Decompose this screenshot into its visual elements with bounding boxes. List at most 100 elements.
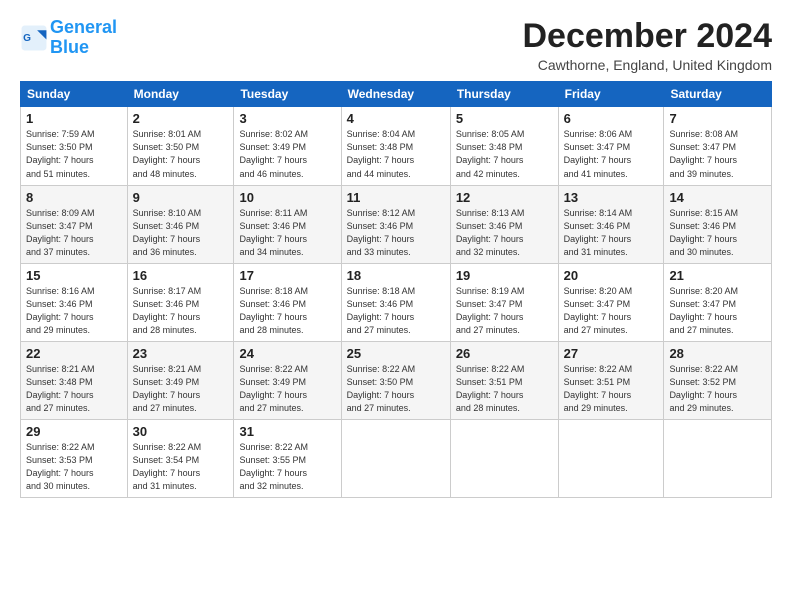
col-thursday: Thursday bbox=[450, 82, 558, 107]
day-number: 30 bbox=[133, 424, 229, 439]
table-row: 25 Sunrise: 8:22 AM Sunset: 3:50 PM Dayli… bbox=[341, 341, 450, 419]
table-row: 12 Sunrise: 8:13 AM Sunset: 3:46 PM Dayli… bbox=[450, 185, 558, 263]
day-info: Sunrise: 8:19 AM Sunset: 3:47 PM Dayligh… bbox=[456, 285, 553, 337]
day-info: Sunrise: 8:04 AM Sunset: 3:48 PM Dayligh… bbox=[347, 128, 445, 180]
table-row: 19Sunrise: 8:19 AM Sunset: 3:47 PM Dayli… bbox=[450, 263, 558, 341]
day-number: 22 bbox=[26, 346, 122, 361]
day-number: 24 bbox=[239, 346, 335, 361]
logo: G General Blue bbox=[20, 18, 117, 58]
logo-line2: Blue bbox=[50, 37, 89, 57]
day-info: Sunrise: 8:09 AM Sunset: 3:47 PM Dayligh… bbox=[26, 207, 122, 259]
day-number: 10 bbox=[239, 190, 335, 205]
day-number: 16 bbox=[133, 268, 229, 283]
calendar-week-1: 1Sunrise: 7:59 AM Sunset: 3:50 PM Daylig… bbox=[21, 107, 772, 185]
table-row: 21Sunrise: 8:20 AM Sunset: 3:47 PM Dayli… bbox=[664, 263, 772, 341]
subtitle: Cawthorne, England, United Kingdom bbox=[522, 57, 772, 73]
logo-icon: G bbox=[20, 24, 48, 52]
table-row: 24Sunrise: 8:22 AM Sunset: 3:49 PM Dayli… bbox=[234, 341, 341, 419]
day-number: 29 bbox=[26, 424, 122, 439]
day-info: Sunrise: 8:06 AM Sunset: 3:47 PM Dayligh… bbox=[564, 128, 659, 180]
calendar-week-5: 29 Sunrise: 8:22 AM Sunset: 3:53 PM Dayli… bbox=[21, 420, 772, 498]
table-row: 1Sunrise: 7:59 AM Sunset: 3:50 PM Daylig… bbox=[21, 107, 128, 185]
table-row: 10 Sunrise: 8:11 AM Sunset: 3:46 PM Dayli… bbox=[234, 185, 341, 263]
table-row: 5 Sunrise: 8:05 AM Sunset: 3:48 PM Daylig… bbox=[450, 107, 558, 185]
table-row bbox=[664, 420, 772, 498]
day-info: Sunrise: 8:11 AM Sunset: 3:46 PM Dayligh… bbox=[239, 207, 335, 259]
day-info: Sunrise: 8:22 AM Sunset: 3:50 PM Dayligh… bbox=[347, 363, 445, 415]
day-info: Sunrise: 8:22 AM Sunset: 3:52 PM Dayligh… bbox=[669, 363, 766, 415]
svg-text:G: G bbox=[23, 33, 31, 44]
table-row: 28 Sunrise: 8:22 AM Sunset: 3:52 PM Dayli… bbox=[664, 341, 772, 419]
table-row: 8 Sunrise: 8:09 AM Sunset: 3:47 PM Daylig… bbox=[21, 185, 128, 263]
day-info: Sunrise: 8:18 AM Sunset: 3:46 PM Dayligh… bbox=[239, 285, 335, 337]
table-row: 15 Sunrise: 8:16 AM Sunset: 3:46 PM Dayli… bbox=[21, 263, 128, 341]
table-row: 22 Sunrise: 8:21 AM Sunset: 3:48 PM Dayli… bbox=[21, 341, 128, 419]
title-block: December 2024 Cawthorne, England, United… bbox=[522, 18, 772, 73]
table-row: 17 Sunrise: 8:18 AM Sunset: 3:46 PM Dayli… bbox=[234, 263, 341, 341]
table-row: 6 Sunrise: 8:06 AM Sunset: 3:47 PM Daylig… bbox=[558, 107, 664, 185]
calendar: Sunday Monday Tuesday Wednesday Thursday… bbox=[20, 81, 772, 498]
day-number: 18 bbox=[347, 268, 445, 283]
calendar-header-row: Sunday Monday Tuesday Wednesday Thursday… bbox=[21, 82, 772, 107]
day-number: 2 bbox=[133, 111, 229, 126]
day-number: 12 bbox=[456, 190, 553, 205]
day-number: 8 bbox=[26, 190, 122, 205]
day-info: Sunrise: 8:01 AM Sunset: 3:50 PM Dayligh… bbox=[133, 128, 229, 180]
table-row: 27Sunrise: 8:22 AM Sunset: 3:51 PM Dayli… bbox=[558, 341, 664, 419]
day-info: Sunrise: 8:21 AM Sunset: 3:49 PM Dayligh… bbox=[133, 363, 229, 415]
day-info: Sunrise: 7:59 AM Sunset: 3:50 PM Dayligh… bbox=[26, 128, 122, 180]
day-info: Sunrise: 8:21 AM Sunset: 3:48 PM Dayligh… bbox=[26, 363, 122, 415]
day-info: Sunrise: 8:08 AM Sunset: 3:47 PM Dayligh… bbox=[669, 128, 766, 180]
day-number: 13 bbox=[564, 190, 659, 205]
col-wednesday: Wednesday bbox=[341, 82, 450, 107]
day-number: 5 bbox=[456, 111, 553, 126]
day-info: Sunrise: 8:20 AM Sunset: 3:47 PM Dayligh… bbox=[669, 285, 766, 337]
day-number: 31 bbox=[239, 424, 335, 439]
col-friday: Friday bbox=[558, 82, 664, 107]
day-number: 17 bbox=[239, 268, 335, 283]
col-sunday: Sunday bbox=[21, 82, 128, 107]
day-info: Sunrise: 8:22 AM Sunset: 3:53 PM Dayligh… bbox=[26, 441, 122, 493]
day-number: 11 bbox=[347, 190, 445, 205]
day-number: 6 bbox=[564, 111, 659, 126]
day-number: 7 bbox=[669, 111, 766, 126]
day-number: 15 bbox=[26, 268, 122, 283]
day-number: 3 bbox=[239, 111, 335, 126]
day-number: 26 bbox=[456, 346, 553, 361]
table-row: 9Sunrise: 8:10 AM Sunset: 3:46 PM Daylig… bbox=[127, 185, 234, 263]
day-info: Sunrise: 8:05 AM Sunset: 3:48 PM Dayligh… bbox=[456, 128, 553, 180]
day-info: Sunrise: 8:17 AM Sunset: 3:46 PM Dayligh… bbox=[133, 285, 229, 337]
day-info: Sunrise: 8:12 AM Sunset: 3:46 PM Dayligh… bbox=[347, 207, 445, 259]
day-info: Sunrise: 8:18 AM Sunset: 3:46 PM Dayligh… bbox=[347, 285, 445, 337]
day-info: Sunrise: 8:22 AM Sunset: 3:51 PM Dayligh… bbox=[564, 363, 659, 415]
table-row bbox=[341, 420, 450, 498]
col-monday: Monday bbox=[127, 82, 234, 107]
day-info: Sunrise: 8:22 AM Sunset: 3:54 PM Dayligh… bbox=[133, 441, 229, 493]
table-row bbox=[558, 420, 664, 498]
table-row: 2 Sunrise: 8:01 AM Sunset: 3:50 PM Daylig… bbox=[127, 107, 234, 185]
day-info: Sunrise: 8:16 AM Sunset: 3:46 PM Dayligh… bbox=[26, 285, 122, 337]
table-row bbox=[450, 420, 558, 498]
calendar-week-2: 8 Sunrise: 8:09 AM Sunset: 3:47 PM Daylig… bbox=[21, 185, 772, 263]
day-number: 4 bbox=[347, 111, 445, 126]
table-row: 16 Sunrise: 8:17 AM Sunset: 3:46 PM Dayli… bbox=[127, 263, 234, 341]
day-info: Sunrise: 8:14 AM Sunset: 3:46 PM Dayligh… bbox=[564, 207, 659, 259]
day-number: 23 bbox=[133, 346, 229, 361]
day-number: 25 bbox=[347, 346, 445, 361]
day-info: Sunrise: 8:15 AM Sunset: 3:46 PM Dayligh… bbox=[669, 207, 766, 259]
day-info: Sunrise: 8:13 AM Sunset: 3:46 PM Dayligh… bbox=[456, 207, 553, 259]
table-row: 26Sunrise: 8:22 AM Sunset: 3:51 PM Dayli… bbox=[450, 341, 558, 419]
table-row: 14Sunrise: 8:15 AM Sunset: 3:46 PM Dayli… bbox=[664, 185, 772, 263]
table-row: 23 Sunrise: 8:21 AM Sunset: 3:49 PM Dayli… bbox=[127, 341, 234, 419]
table-row: 11 Sunrise: 8:12 AM Sunset: 3:46 PM Dayli… bbox=[341, 185, 450, 263]
month-title: December 2024 bbox=[522, 18, 772, 55]
calendar-week-4: 22 Sunrise: 8:21 AM Sunset: 3:48 PM Dayli… bbox=[21, 341, 772, 419]
col-saturday: Saturday bbox=[664, 82, 772, 107]
calendar-week-3: 15 Sunrise: 8:16 AM Sunset: 3:46 PM Dayli… bbox=[21, 263, 772, 341]
table-row: 4 Sunrise: 8:04 AM Sunset: 3:48 PM Daylig… bbox=[341, 107, 450, 185]
day-number: 9 bbox=[133, 190, 229, 205]
day-info: Sunrise: 8:02 AM Sunset: 3:49 PM Dayligh… bbox=[239, 128, 335, 180]
day-number: 28 bbox=[669, 346, 766, 361]
table-row: 18 Sunrise: 8:18 AM Sunset: 3:46 PM Dayli… bbox=[341, 263, 450, 341]
table-row: 7 Sunrise: 8:08 AM Sunset: 3:47 PM Daylig… bbox=[664, 107, 772, 185]
